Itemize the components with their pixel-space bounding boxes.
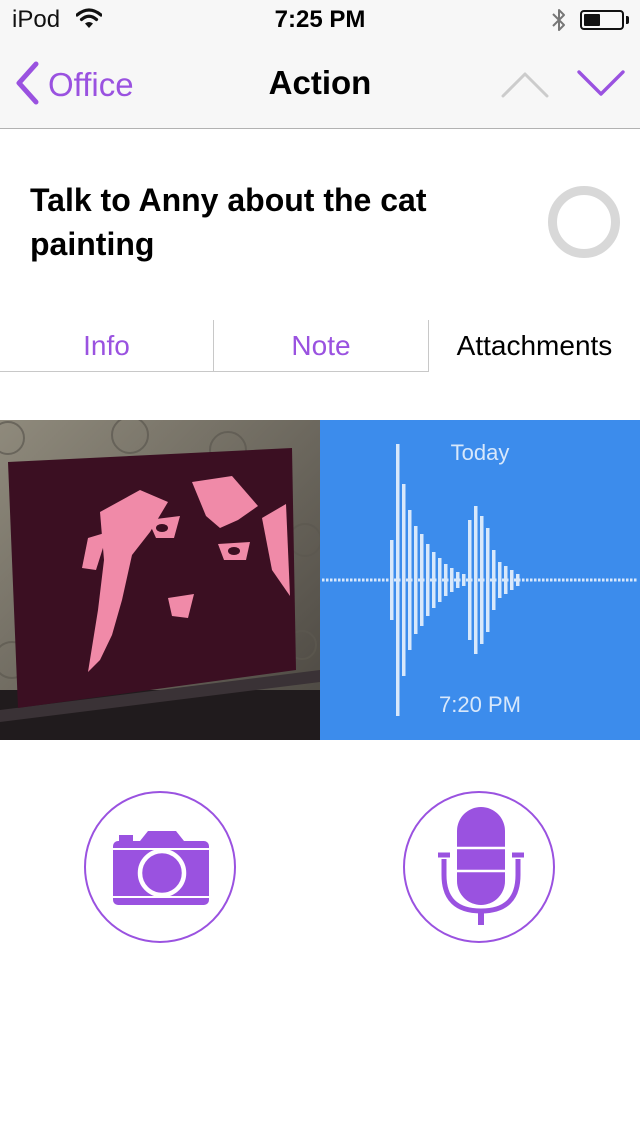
waveform-baseline-dot <box>382 578 385 582</box>
task-title: Talk to Anny about the cat painting <box>30 182 427 262</box>
waveform-baseline-dot <box>574 578 577 582</box>
waveform-baseline-dot <box>526 578 529 582</box>
waveform-baseline-dot <box>622 578 625 582</box>
photo-attachment[interactable] <box>0 420 320 740</box>
waveform-bar <box>510 570 514 590</box>
waveform-bar <box>438 558 442 602</box>
waveform-baseline-dot <box>618 578 621 582</box>
waveform-bar <box>474 506 478 654</box>
waveform-bar <box>456 572 460 588</box>
waveform-baseline-dot <box>602 578 605 582</box>
tab-note[interactable]: Note <box>214 320 429 372</box>
waveform-bar <box>408 510 412 650</box>
waveform-bar <box>498 562 502 598</box>
waveform-bar <box>432 552 436 608</box>
waveform-baseline-dot <box>354 578 357 582</box>
complete-task-checkbox[interactable] <box>548 186 620 258</box>
waveform-baseline-dot <box>566 578 569 582</box>
status-bar: iPod 7:25 PM <box>0 0 640 40</box>
waveform-baseline-dot <box>346 578 349 582</box>
detail-tabs: Info Note Attachments <box>0 320 640 372</box>
waveform-bar <box>402 484 406 676</box>
audio-time: 7:20 PM <box>439 692 521 717</box>
bluetooth-icon <box>549 7 569 38</box>
status-time: 7:25 PM <box>274 6 366 33</box>
battery-level-fill <box>584 14 600 26</box>
waveform-bar <box>516 574 520 586</box>
record-audio-button[interactable] <box>403 791 555 943</box>
waveform-baseline-dot <box>554 578 557 582</box>
audio-date: Today <box>450 440 510 465</box>
waveform-baseline-dot <box>590 578 593 582</box>
waveform-bar <box>468 520 472 640</box>
waveform-bar <box>420 534 424 626</box>
waveform-baseline-dot <box>578 578 581 582</box>
waveform-baseline-dot <box>542 578 545 582</box>
waveform-baseline-dot <box>594 578 597 582</box>
cat-painting-photo <box>0 420 320 740</box>
waveform-baseline-dot <box>374 578 377 582</box>
waveform-baseline-dot <box>386 578 389 582</box>
camera-icon <box>113 831 209 905</box>
waveform-bar <box>390 540 394 620</box>
waveform-bar <box>414 526 418 634</box>
waveform-bar <box>450 568 454 592</box>
tab-attachments[interactable]: Attachments <box>429 320 640 372</box>
up-chevron-icon <box>501 72 549 98</box>
navigation-bar: Office Action <box>0 40 640 129</box>
waveform-baseline-dot <box>610 578 613 582</box>
waveform-bar <box>504 566 508 594</box>
waveform-baseline-dot <box>582 578 585 582</box>
waveform-baseline-dot <box>630 578 633 582</box>
add-photo-button[interactable] <box>84 791 236 943</box>
waveform-baseline-dot <box>530 578 533 582</box>
waveform-bar <box>426 544 430 616</box>
waveform-baseline-dot <box>586 578 589 582</box>
previous-item-button[interactable] <box>500 66 550 107</box>
waveform-baseline-dot <box>366 578 369 582</box>
tab-info[interactable]: Info <box>0 320 214 372</box>
waveform-baseline-dot <box>538 578 541 582</box>
waveform-baseline-dot <box>378 578 381 582</box>
audio-attachment[interactable]: Today 7:20 PM <box>320 420 640 740</box>
waveform-baseline-dot <box>570 578 573 582</box>
waveform-baseline-dot <box>614 578 617 582</box>
battery-tip <box>626 16 629 24</box>
waveform-baseline-dot <box>338 578 341 582</box>
waveform-bar <box>480 516 484 644</box>
waveform-baseline-dot <box>362 578 365 582</box>
waveform-bar <box>492 550 496 610</box>
waveform-bar <box>462 574 466 586</box>
waveform-baseline-dot <box>358 578 361 582</box>
waveform-baseline-dot <box>546 578 549 582</box>
waveform-baseline-dot <box>562 578 565 582</box>
battery-icon <box>580 10 624 30</box>
waveform-baseline-dot <box>522 578 525 582</box>
waveform-baseline-dot <box>350 578 353 582</box>
waveform-baseline-dot <box>598 578 601 582</box>
next-item-button[interactable] <box>576 66 626 107</box>
waveform-baseline-dot <box>334 578 337 582</box>
waveform-baseline-dot <box>326 578 329 582</box>
waveform-bar <box>444 564 448 596</box>
waveform-baseline-dot <box>606 578 609 582</box>
waveform-baseline-dot <box>550 578 553 582</box>
waveform-baseline-dot <box>534 578 537 582</box>
waveform-baseline-dot <box>558 578 561 582</box>
microphone-icon <box>438 807 524 925</box>
waveform-baseline-dot <box>634 578 637 582</box>
waveform-bar <box>486 528 490 632</box>
waveform-baseline-dot <box>330 578 333 582</box>
waveform-baseline-dot <box>370 578 373 582</box>
waveform-baseline-dot <box>322 578 325 582</box>
waveform-baseline-dot <box>626 578 629 582</box>
waveform-bar <box>396 444 400 716</box>
waveform-baseline-dot <box>342 578 345 582</box>
down-chevron-icon <box>577 70 625 96</box>
